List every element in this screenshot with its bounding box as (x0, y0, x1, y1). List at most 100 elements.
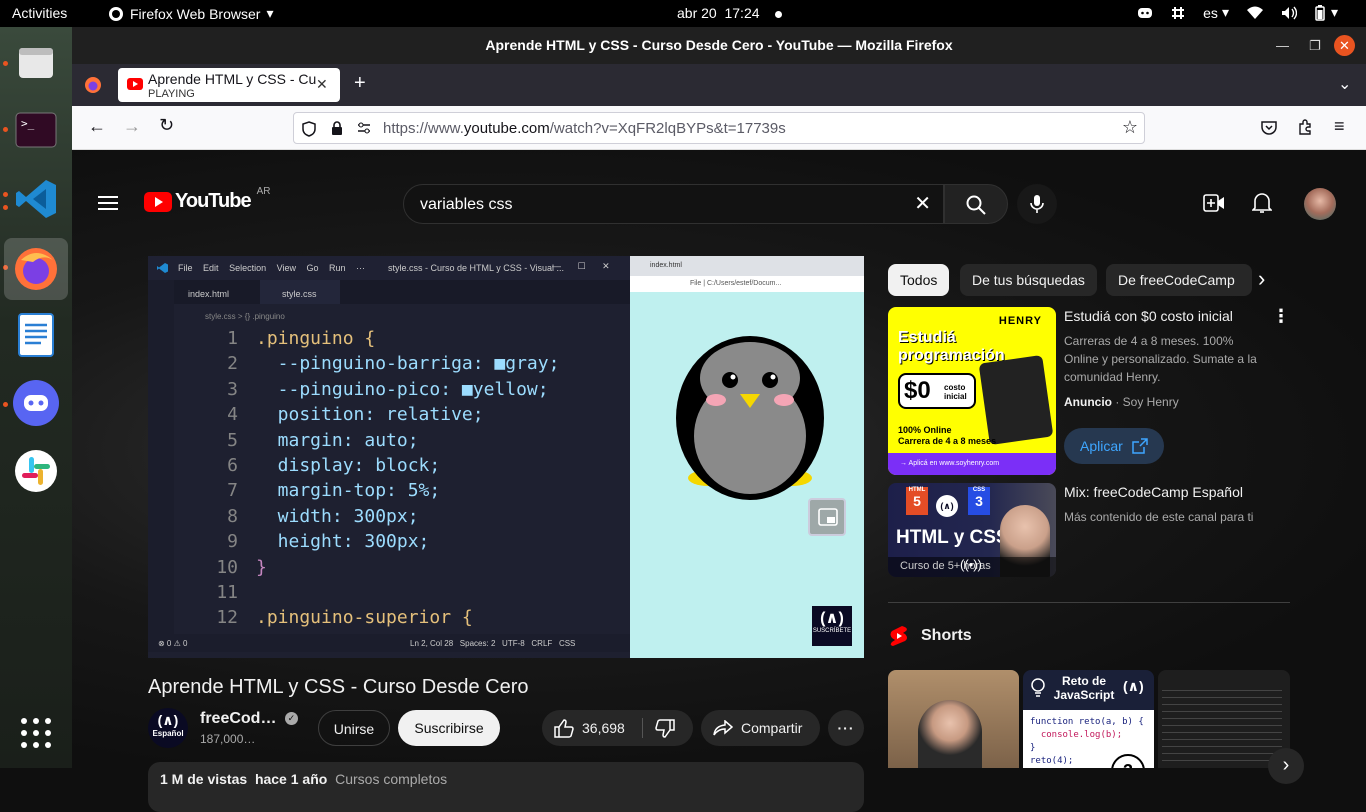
notification-dot (775, 10, 783, 18)
thumbs-down-icon[interactable] (655, 719, 675, 738)
files-launcher[interactable] (10, 37, 62, 89)
app-menu[interactable]: Firefox Web Browser ▾ (108, 5, 273, 22)
mix-title[interactable]: Mix: freeCodeCamp Español (1064, 484, 1243, 500)
vscode-breadcrumb: style.css > {} .pinguino (205, 312, 285, 321)
shield-icon[interactable] (302, 121, 316, 137)
notifications-bell-icon[interactable] (1252, 192, 1272, 214)
reload-icon[interactable]: ↻ (159, 115, 174, 136)
mix-thumbnail[interactable]: HTML 5 (∧) CSS 3 HTML y CSS Curso de 5+ ho… (888, 483, 1056, 577)
code-line: 8 width: 300px; (227, 505, 419, 527)
forward-arrow-icon[interactable]: → (123, 116, 141, 137)
running-indicator (3, 192, 8, 197)
show-apps-button[interactable] (10, 707, 62, 759)
pocket-icon[interactable] (1261, 120, 1277, 135)
document-writer-icon (18, 313, 54, 357)
video-title: Aprende HTML y CSS - Curso Desde Cero (148, 676, 529, 698)
ad-description: Carreras de 4 a 8 meses. 100% Online y p… (1064, 334, 1257, 384)
chevron-right-icon[interactable]: › (1258, 266, 1265, 292)
avatar[interactable] (1304, 188, 1336, 220)
subscribe-overlay[interactable]: (∧) SUSCRÍBETE (812, 606, 852, 646)
chevron-down-icon: ▾ (266, 5, 274, 21)
bookmark-star-icon[interactable]: ☆ (1122, 117, 1138, 138)
short-thumbnail[interactable] (1158, 670, 1290, 768)
chip-from-searches[interactable]: De tus búsquedas (960, 264, 1097, 296)
youtube-page: YouTube AR variables css ✕ File Edit Sel… (72, 150, 1366, 812)
ad-thumbnail[interactable]: HENRY Estudiá programación $0 costo inic… (888, 307, 1056, 475)
permissions-icon[interactable] (357, 122, 371, 134)
clear-search-icon[interactable]: ✕ (914, 191, 931, 216)
discord-tray-icon (1138, 7, 1153, 18)
join-button[interactable]: Unirse (318, 710, 390, 746)
extensions-icon[interactable] (1297, 119, 1313, 135)
chip-from-channel[interactable]: De freeCodeCamp (1106, 264, 1252, 296)
list-all-tabs-icon[interactable]: ⌄ (1338, 74, 1351, 94)
subscribe-button[interactable]: Suscribirse (398, 710, 500, 746)
terminal-icon: >_ (15, 112, 57, 148)
create-video-icon[interactable] (1203, 194, 1225, 212)
slack-launcher[interactable] (10, 445, 62, 497)
miniplayer-button[interactable] (808, 498, 846, 536)
firefox-view-icon[interactable] (84, 76, 102, 94)
battery-icon (1315, 4, 1325, 21)
like-count[interactable]: 36,698 (582, 710, 625, 746)
close-tab-icon[interactable]: ✕ (316, 76, 328, 93)
voice-search-button[interactable] (1017, 184, 1057, 224)
css3-badge-icon: CSS 3 (968, 487, 990, 515)
thumbs-up-icon[interactable] (554, 719, 574, 738)
youtube-logo[interactable]: YouTube AR (144, 186, 270, 213)
code-line: 10} (216, 556, 267, 578)
tab-strip: Aprende HTML y CSS - Curso Desde Cero - … (72, 64, 1366, 106)
running-indicator (3, 127, 8, 132)
description-box[interactable]: 1 M de vistas hace 1 año Cursos completo… (148, 762, 864, 812)
short-thumbnail[interactable] (888, 670, 1019, 768)
firefox-icon (15, 248, 57, 290)
terminal-launcher[interactable]: >_ (10, 104, 62, 156)
video-player[interactable]: File Edit Selection View Go Run ··· styl… (148, 256, 864, 658)
price-badge: $0 costo inicial (898, 373, 976, 409)
upload-age: hace 1 año (254, 771, 328, 787)
system-top-bar: Activities Firefox Web Browser ▾ abr 20 … (0, 0, 1366, 27)
ad-title[interactable]: Estudiá con $0 costo inicial (1064, 308, 1233, 324)
minimize-button[interactable]: — (1276, 27, 1289, 64)
channel-name[interactable]: freeCod… ✓ (200, 710, 298, 728)
channel-avatar[interactable]: (∧) Español (148, 708, 188, 748)
url-bar[interactable]: https://www.youtube.com/watch?v=XqFR2lqB… (293, 112, 1145, 144)
search-button[interactable] (944, 184, 1008, 224)
verified-icon: ✓ (284, 712, 298, 726)
cursor-status: Ln 2, Col 28 Spaces: 2 UTF-8 CRLF CSS (410, 639, 576, 648)
chip-all[interactable]: Todos (888, 264, 950, 296)
apply-button[interactable]: Aplicar (1064, 428, 1164, 464)
tab-status: PLAYING (148, 88, 195, 100)
html5-badge-icon: HTML 5 (906, 487, 928, 515)
guide-menu-icon[interactable] (98, 195, 118, 211)
vscode-window-controls: — ☐ ✕ (552, 261, 610, 271)
svg-text:>_: >_ (21, 117, 35, 130)
hamburger-menu-icon[interactable]: ≡ (1334, 116, 1345, 137)
shorts-next-chevron-icon[interactable]: › (1268, 748, 1304, 784)
activities-button[interactable]: Activities (12, 5, 67, 21)
ad-more-icon[interactable]: ⋮ (1272, 306, 1290, 327)
share-button[interactable]: Compartir (701, 710, 820, 746)
more-actions-icon[interactable]: ··· (828, 710, 864, 746)
clock[interactable]: abr 20 17:24 (677, 5, 783, 21)
firefox-launcher[interactable] (4, 238, 68, 300)
writer-launcher[interactable] (10, 309, 62, 361)
code-line: 5 margin: auto; (227, 429, 419, 451)
short-thumbnail[interactable]: Reto de JavaScript (∧) function reto(a, … (1023, 670, 1154, 768)
tab-active[interactable]: Aprende HTML y CSS - Curso Desde Cero - … (118, 68, 340, 102)
new-tab-button[interactable]: + (354, 72, 366, 95)
close-window-button[interactable]: ✕ (1334, 35, 1355, 56)
search-input[interactable]: variables css ✕ (403, 184, 944, 224)
lightbulb-icon (1031, 678, 1045, 697)
vscode-launcher[interactable] (10, 173, 62, 225)
lock-icon[interactable] (331, 121, 343, 136)
vscode-titlebar: File Edit Selection View Go Run ··· styl… (148, 256, 630, 280)
system-tray[interactable]: es ▾ ▾ (1137, 4, 1338, 21)
error-count: ⊗ 0 ⚠ 0 (158, 639, 188, 648)
category-link[interactable]: Cursos completos (335, 771, 447, 787)
back-arrow-icon[interactable]: ← (88, 116, 106, 137)
penguin-illustration (676, 336, 824, 500)
maximize-button[interactable]: ❐ (1309, 27, 1321, 64)
discord-launcher[interactable] (10, 377, 62, 429)
code-line: 12 .pinguino-superior { (216, 607, 473, 629)
